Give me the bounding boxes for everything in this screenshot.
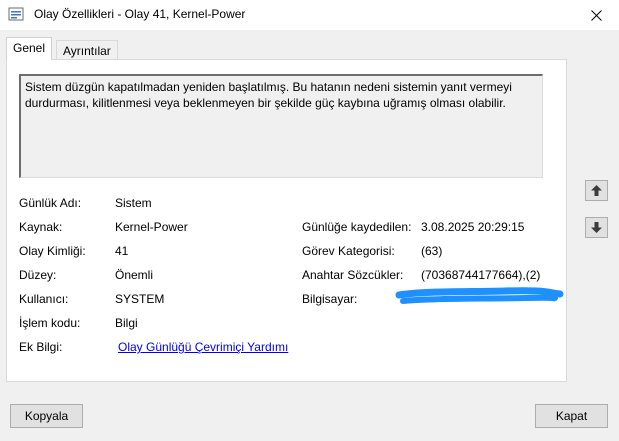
keywords-value: (70368744177664),(2) <box>421 268 541 282</box>
close-icon <box>590 9 602 21</box>
arrow-up-icon <box>591 185 602 196</box>
log-name-label: Günlük Adı: <box>19 196 82 210</box>
title-bar: Olay Özellikleri - Olay 41, Kernel-Power <box>0 0 619 30</box>
copy-button[interactable]: Kopyala <box>10 404 83 428</box>
online-help-link[interactable]: Olay Günlüğü Çevrimiçi Yardımı <box>118 340 288 354</box>
event-id-label: Olay Kimliği: <box>19 244 86 258</box>
level-value: Önemli <box>115 268 154 282</box>
keywords-label: Anahtar Sözcükler: <box>302 268 404 282</box>
event-viewer-icon <box>8 7 24 21</box>
tab-genel[interactable]: Genel <box>6 37 53 60</box>
user-value: SYSTEM <box>115 292 165 306</box>
event-description[interactable]: Sistem düzgün kapatılmadan yeniden başla… <box>19 74 543 178</box>
logged-label: Günlüğe kaydedilen: <box>302 220 412 234</box>
tab-ayrintilar[interactable]: Ayrıntılar <box>56 40 118 60</box>
computer-label: Bilgisayar: <box>302 292 358 306</box>
close-button[interactable]: Kapat <box>535 404 608 428</box>
close-window-button[interactable] <box>573 0 619 30</box>
more-info-label: Ek Bilgi: <box>19 340 63 354</box>
event-id-value: 41 <box>115 244 129 258</box>
arrow-down-icon <box>591 222 602 233</box>
opcode-label: İşlem kodu: <box>19 316 81 330</box>
logged-value: 3.08.2025 20:29:15 <box>421 220 525 234</box>
source-label: Kaynak: <box>19 220 63 234</box>
opcode-value: Bilgi <box>115 316 138 330</box>
source-value: Kernel-Power <box>115 220 188 234</box>
window-title: Olay Özellikleri - Olay 41, Kernel-Power <box>34 7 246 21</box>
previous-event-button[interactable] <box>585 180 608 201</box>
next-event-button[interactable] <box>585 217 608 238</box>
log-name-value: Sistem <box>115 196 152 210</box>
redaction-scribble <box>395 287 564 304</box>
task-category-value: (63) <box>421 244 443 258</box>
task-category-label: Görev Kategorisi: <box>302 244 395 258</box>
level-label: Düzey: <box>19 268 57 282</box>
user-label: Kullanıcı: <box>19 292 69 306</box>
